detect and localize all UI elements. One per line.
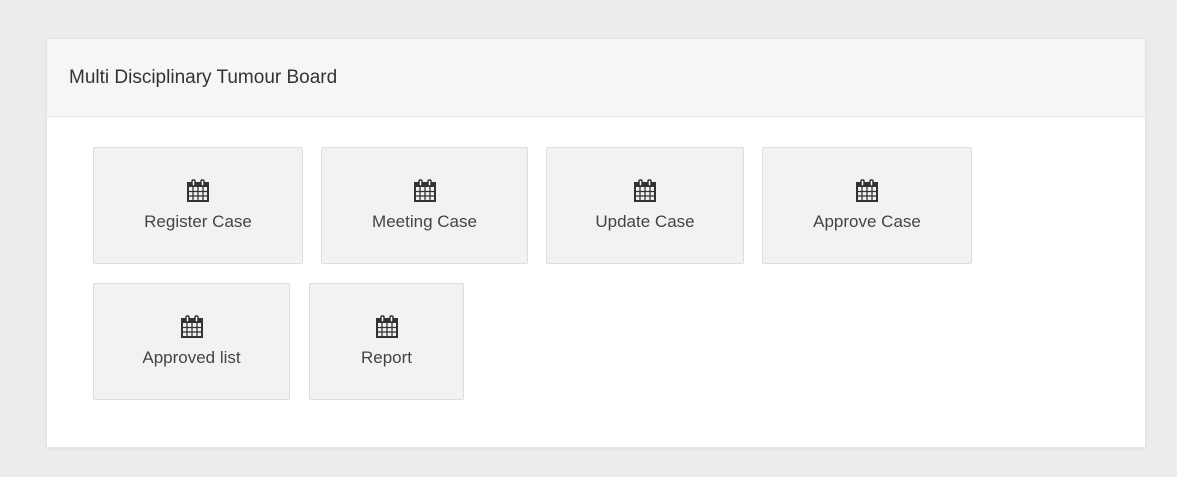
calendar-icon — [180, 315, 204, 339]
calendar-icon — [186, 179, 210, 203]
meeting-case-label: Meeting Case — [372, 212, 477, 231]
panel-title: Multi Disciplinary Tumour Board — [69, 66, 338, 88]
approve-case-button[interactable]: Approve Case — [762, 147, 972, 264]
panel-heading: Multi Disciplinary Tumour Board — [47, 39, 1145, 117]
calendar-icon — [413, 179, 437, 203]
approved-list-button[interactable]: Approved list — [93, 283, 290, 400]
approve-case-label: Approve Case — [813, 212, 921, 231]
calendar-icon — [633, 179, 657, 203]
meeting-case-button[interactable]: Meeting Case — [321, 147, 528, 264]
report-label: Report — [360, 348, 413, 367]
register-case-label: Register Case — [144, 212, 252, 231]
calendar-icon — [375, 315, 399, 339]
update-case-button[interactable]: Update Case — [546, 147, 744, 264]
update-case-label: Update Case — [595, 212, 695, 231]
report-button[interactable]: Report — [309, 283, 464, 400]
register-case-button[interactable]: Register Case — [93, 147, 303, 264]
calendar-icon — [855, 179, 879, 203]
approved-list-label: Approved list — [142, 348, 241, 367]
